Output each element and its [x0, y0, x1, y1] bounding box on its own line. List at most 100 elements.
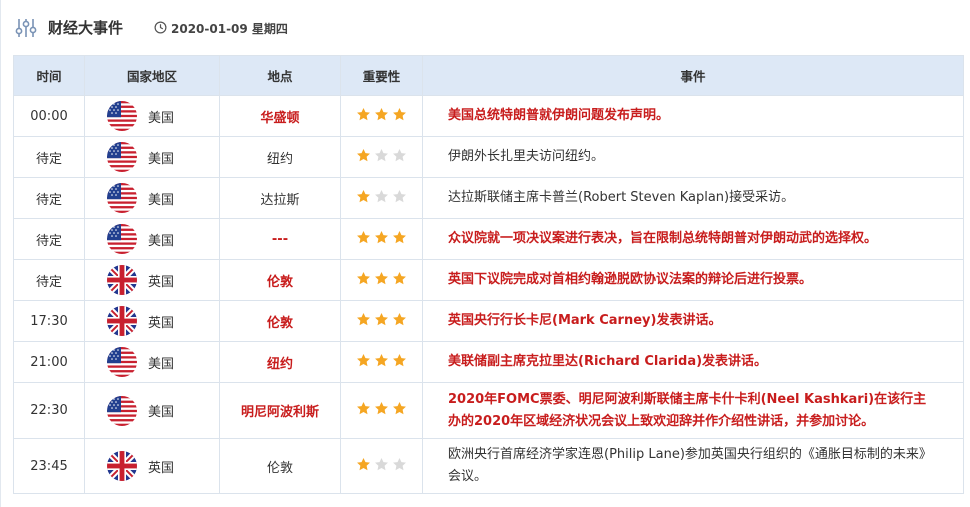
star-filled-icon — [356, 107, 371, 122]
date-label: 2020-01-09 星期四 — [171, 22, 288, 36]
country-cell: 美国 — [84, 177, 220, 219]
importance-stars — [356, 148, 407, 163]
star-empty-icon — [392, 457, 407, 472]
importance-cell — [340, 259, 423, 301]
importance-cell — [340, 136, 423, 178]
importance-stars — [356, 312, 407, 327]
event-cell: 欧洲央行首席经济学家连恩(Philip Lane)参加英国央行组织的《通胀目标制… — [422, 438, 964, 494]
table-row: 17:30 英国 伦敦 英国央行行长卡尼(Mark Carney)发表讲话。 — [13, 300, 964, 342]
us-flag-icon — [107, 395, 137, 426]
country-cell: 美国 — [84, 136, 220, 178]
us-flag-icon — [107, 101, 137, 131]
table-row: 22:30 美国 明尼阿波利斯 2020年FOMC票委、明尼阿波利斯联储主席卡什卡利(… — [13, 382, 964, 439]
column-header-event: 事件 — [422, 55, 964, 96]
country-label: 美国 — [148, 110, 175, 126]
panel-header: 财经大事件 2020-01-09 星期四 — [1, 0, 970, 55]
us-flag-icon — [107, 224, 137, 254]
table-row: 23:45 英国 伦敦 欧洲央行首席经济学家连恩(Philip Lane)参加英国央行… — [13, 438, 964, 494]
location-cell: 纽约 — [219, 136, 341, 178]
star-empty-icon — [374, 148, 389, 163]
location-cell: 纽约 — [219, 341, 341, 383]
star-filled-icon — [374, 353, 389, 368]
importance-cell — [340, 300, 423, 342]
country-label: 美国 — [148, 405, 175, 420]
importance-cell — [340, 382, 423, 439]
table-row: 00:00 美国 华盛顿 美国总统特朗普就伊朗问题发布声明。 — [13, 95, 964, 137]
importance-cell — [340, 438, 423, 494]
uk-flag-icon — [107, 451, 137, 481]
star-empty-icon — [392, 189, 407, 204]
star-filled-icon — [374, 271, 389, 286]
importance-cell — [340, 218, 423, 260]
event-cell: 众议院就一项决议案进行表决，旨在限制总统特朗普对伊朗动武的选择权。 — [422, 218, 964, 260]
country-cell: 英国 — [84, 259, 220, 301]
country-cell: 美国 — [84, 218, 220, 260]
time-cell: 00:00 — [13, 95, 85, 137]
country-label: 英国 — [148, 460, 175, 476]
us-flag-icon — [107, 142, 137, 172]
sliders-icon — [15, 19, 37, 37]
importance-stars — [356, 107, 407, 122]
star-filled-icon — [356, 353, 371, 368]
star-filled-icon — [374, 107, 389, 122]
uk-flag-icon — [107, 306, 137, 336]
time-cell: 21:00 — [13, 341, 85, 383]
importance-stars — [356, 353, 407, 368]
country-label: 英国 — [148, 274, 175, 290]
country-cell: 英国 — [84, 300, 220, 342]
location-cell: 伦敦 — [219, 438, 341, 494]
finance-events-panel: 财经大事件 2020-01-09 星期四 时间 国家地区 地点 重要性 事件 0… — [0, 0, 970, 507]
star-filled-icon — [374, 230, 389, 245]
time-cell: 待定 — [13, 218, 85, 260]
importance-stars — [356, 457, 407, 472]
column-header-importance: 重要性 — [340, 55, 423, 96]
event-cell: 美联储副主席克拉里达(Richard Clarida)发表讲话。 — [422, 341, 964, 383]
star-empty-icon — [374, 457, 389, 472]
location-cell: 达拉斯 — [219, 177, 341, 219]
country-cell: 美国 — [84, 95, 220, 137]
star-filled-icon — [374, 312, 389, 327]
table-row: 待定 美国 --- 众议院就一项决议案进行表决，旨在限制总统特朗普对伊朗动武的选择权。 — [13, 218, 964, 260]
location-cell: 华盛顿 — [219, 95, 341, 137]
star-empty-icon — [392, 148, 407, 163]
table-header-row: 时间 国家地区 地点 重要性 事件 — [13, 55, 964, 96]
time-cell: 待定 — [13, 177, 85, 219]
clock-icon — [154, 21, 167, 34]
page-title: 财经大事件 — [48, 19, 124, 37]
importance-cell — [340, 341, 423, 383]
star-filled-icon — [392, 107, 407, 122]
country-cell: 美国 — [84, 382, 220, 439]
event-cell: 美国总统特朗普就伊朗问题发布声明。 — [422, 95, 964, 137]
event-cell: 2020年FOMC票委、明尼阿波利斯联储主席卡什卡利(Neel Kashkari… — [422, 382, 964, 439]
time-cell: 17:30 — [13, 300, 85, 342]
uk-flag-icon — [107, 265, 137, 295]
column-header-country: 国家地区 — [84, 55, 220, 96]
importance-cell — [340, 95, 423, 137]
star-filled-icon — [392, 230, 407, 245]
country-cell: 英国 — [84, 438, 220, 494]
importance-stars — [356, 230, 407, 245]
event-cell: 达拉斯联储主席卡普兰(Robert Steven Kaplan)接受采访。 — [422, 177, 964, 219]
star-filled-icon — [392, 401, 407, 416]
table-row: 待定 美国 达拉斯 达拉斯联储主席卡普兰(Robert Steven Kaplan)接… — [13, 177, 964, 219]
importance-stars — [356, 189, 407, 204]
star-filled-icon — [356, 271, 371, 286]
time-cell: 待定 — [13, 136, 85, 178]
time-cell: 23:45 — [13, 438, 85, 494]
star-filled-icon — [374, 401, 389, 416]
location-cell: 伦敦 — [219, 259, 341, 301]
time-cell: 待定 — [13, 259, 85, 301]
country-label: 英国 — [148, 315, 175, 331]
star-filled-icon — [392, 312, 407, 327]
time-cell: 22:30 — [13, 382, 85, 439]
column-header-time: 时间 — [13, 55, 85, 96]
importance-stars — [356, 271, 407, 286]
location-cell: --- — [219, 218, 341, 260]
table-row: 待定 英国 伦敦 英国下议院完成对首相约翰逊脱欧协议法案的辩论后进行投票。 — [13, 259, 964, 301]
country-label: 美国 — [148, 151, 175, 167]
importance-stars — [356, 401, 407, 416]
star-filled-icon — [356, 148, 371, 163]
table-row: 待定 美国 纽约 伊朗外长扎里夫访问纽约。 — [13, 136, 964, 178]
country-label: 美国 — [148, 192, 175, 208]
star-filled-icon — [392, 271, 407, 286]
